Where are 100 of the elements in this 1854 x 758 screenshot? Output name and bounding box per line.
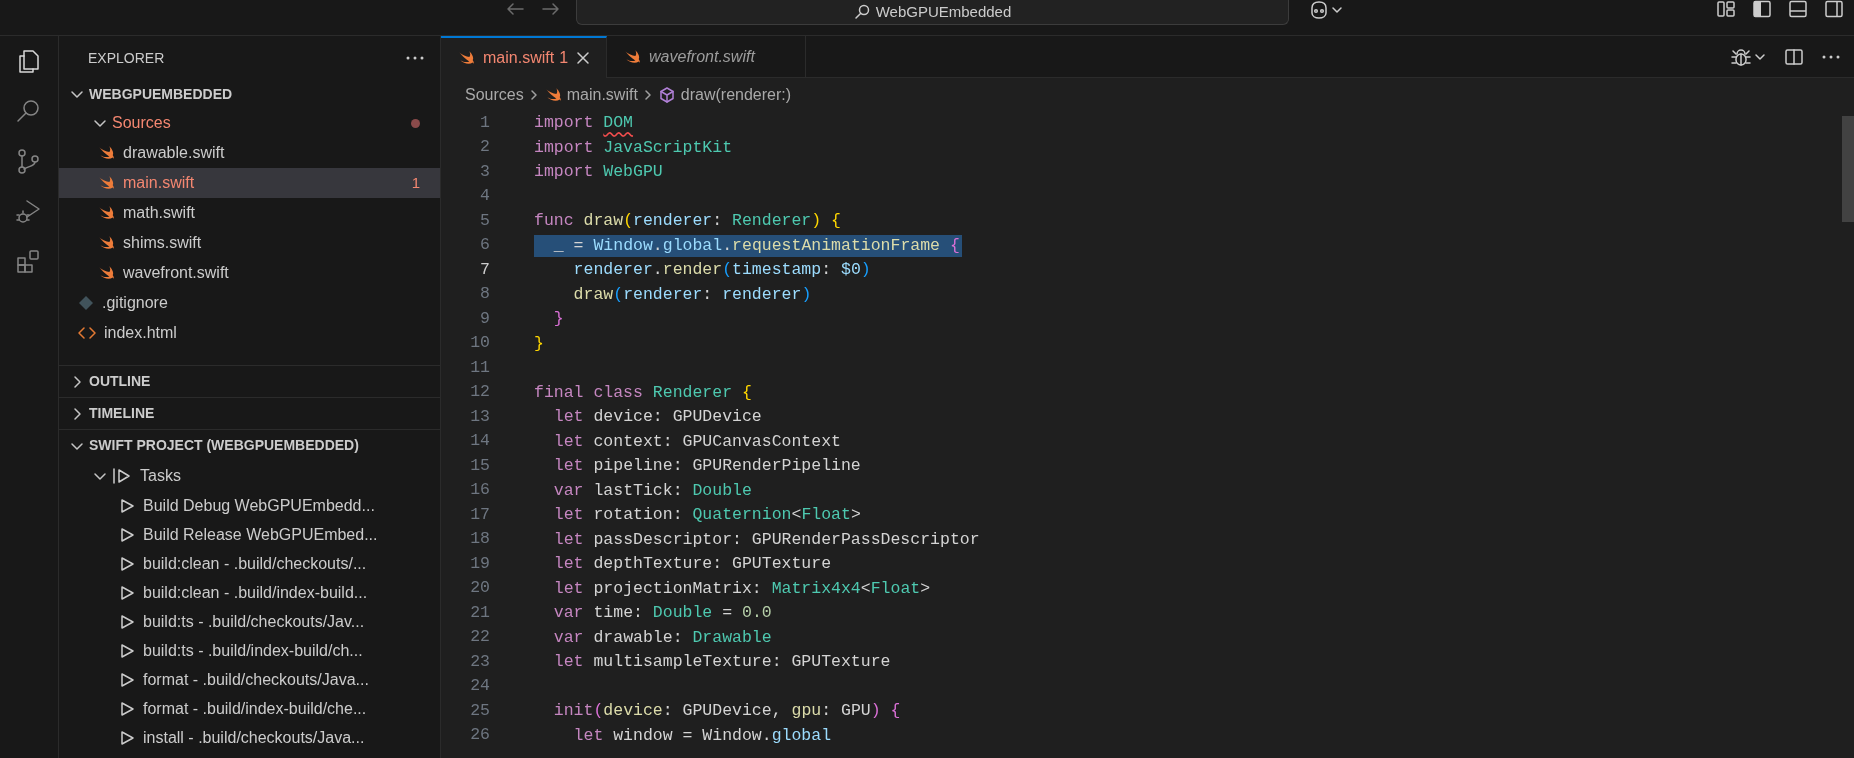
- task-item[interactable]: build:ts - .build/checkouts/Jav...: [59, 607, 440, 636]
- play-icon[interactable]: [119, 496, 135, 515]
- tree-label: wavefront.swift: [123, 263, 229, 283]
- tree-label: main.swift: [123, 173, 195, 193]
- code-line: let context: GPUCanvasContext: [552, 430, 842, 453]
- tree-label: format - .build/checkouts/Java...: [143, 669, 369, 690]
- secondary-sidebar-icon[interactable]: [1824, 0, 1844, 18]
- task-item[interactable]: build:clean - .build/index-build...: [59, 578, 440, 607]
- play-icon[interactable]: [119, 583, 135, 602]
- line-number: 7: [479, 258, 490, 281]
- code-line: var time: Double = 0.0: [552, 602, 773, 625]
- section-header[interactable]: TIMELINE: [59, 398, 440, 429]
- tree-label: Build Release WebGPUEmbed...: [143, 524, 378, 545]
- code-line: import JavaScriptKit: [534, 136, 734, 159]
- code-line: import WebGPU: [534, 161, 664, 184]
- tree-label: install - .build/checkouts/Java...: [143, 727, 365, 748]
- line-number: 15: [469, 454, 490, 477]
- code-line: final class Renderer {: [534, 381, 753, 404]
- layout-icon[interactable]: [1716, 0, 1736, 18]
- code-line: var lastTick: Double: [552, 479, 753, 502]
- tree-label: Sources: [112, 113, 171, 133]
- play-icon[interactable]: [119, 612, 135, 631]
- code-line: let passDescriptor: GPURenderPassDescriptor: [552, 528, 981, 551]
- tree-item[interactable]: .gitignore: [59, 288, 440, 318]
- line-number: 4: [479, 185, 490, 208]
- more-icon[interactable]: [406, 56, 424, 60]
- close-icon[interactable]: [576, 51, 591, 65]
- tree-item[interactable]: wavefront.swift: [59, 258, 440, 288]
- play-icon[interactable]: [119, 554, 135, 573]
- line-number: 21: [469, 601, 490, 624]
- play-icon[interactable]: [119, 525, 135, 544]
- line-number: 9: [479, 307, 490, 330]
- tree-label: build:ts - .build/checkouts/Jav...: [143, 611, 365, 632]
- task-item[interactable]: Build Release WebGPUEmbed...: [59, 520, 440, 549]
- line-number: 1: [479, 111, 490, 134]
- tree-item[interactable]: Sources: [59, 108, 440, 138]
- problem-count: 1: [559, 48, 569, 68]
- code-line: let pipeline: GPURenderPipeline: [552, 455, 862, 478]
- task-item[interactable]: format - .build/index-build/che...: [59, 694, 440, 723]
- tree-item[interactable]: index.html: [59, 318, 440, 348]
- run-tasks-icon: [112, 467, 132, 485]
- tree-label: format - .build/index-build/che...: [143, 698, 367, 719]
- tree-item[interactable]: shims.swift: [59, 228, 440, 258]
- command-search-field[interactable]: WebGPUEmbedded: [576, 0, 1289, 25]
- tree-label: drawable.swift: [123, 143, 225, 163]
- sidebar-toggle-icon[interactable]: [1752, 0, 1772, 18]
- play-icon[interactable]: [119, 728, 135, 747]
- task-item[interactable]: Build Debug WebGPUEmbedd...: [59, 491, 440, 520]
- code-line: func draw(renderer: Renderer) {: [534, 210, 842, 233]
- play-icon[interactable]: [119, 641, 135, 660]
- play-icon[interactable]: [119, 699, 135, 718]
- scrollbar-thumb[interactable]: [1842, 116, 1854, 222]
- problem-count: 1: [411, 172, 420, 193]
- code-brackets-icon: [78, 325, 96, 341]
- run-debug-icon[interactable]: [15, 198, 43, 226]
- tree-item[interactable]: main.swift 1: [59, 168, 440, 198]
- tree-label: build:clean - .build/index-build...: [143, 582, 368, 603]
- tree-item[interactable]: drawable.swift: [59, 138, 440, 168]
- tree-label: shims.swift: [123, 233, 202, 253]
- code-line: var drawable: Drawable: [552, 626, 773, 649]
- task-item[interactable]: install - .build/checkouts/Java...: [59, 723, 440, 752]
- code-line: }: [552, 308, 565, 331]
- line-number: 8: [479, 283, 490, 306]
- code-line: let device: GPUDevice: [552, 406, 763, 429]
- tab-label: main.swift: [483, 48, 555, 68]
- line-number: 26: [469, 724, 490, 747]
- split-editor-icon[interactable]: [1784, 47, 1804, 66]
- line-number: 13: [469, 405, 490, 428]
- tree-item[interactable]: math.swift: [59, 198, 440, 228]
- tree-label: math.swift: [123, 203, 195, 223]
- code-line: let multisampleTexture: GPUTexture: [552, 651, 892, 674]
- panel-toggle-icon[interactable]: [1788, 0, 1808, 18]
- back-arrow-icon[interactable]: [505, 1, 525, 17]
- breadcrumb[interactable]: Sources: [465, 82, 524, 107]
- line-number: 3: [479, 160, 490, 183]
- tree-label: Build Debug WebGPUEmbedd...: [143, 495, 375, 516]
- editor-tab[interactable]: wavefront.swift: [607, 36, 806, 78]
- breadcrumb[interactable]: main.swift: [543, 82, 638, 107]
- section-header[interactable]: OUTLINE: [59, 366, 440, 397]
- line-number: 17: [469, 503, 490, 526]
- cube-icon: [657, 85, 676, 104]
- line-number: 5: [479, 209, 490, 232]
- section-header[interactable]: WEBGPUEMBEDDED: [59, 80, 440, 108]
- task-item[interactable]: format - .build/checkouts/Java...: [59, 665, 440, 694]
- section-header[interactable]: SWIFT PROJECT (WEBGPUEMBEDDED): [59, 430, 440, 461]
- search-icon: [853, 4, 870, 20]
- forward-arrow-icon[interactable]: [541, 1, 561, 17]
- line-number: 16: [469, 479, 490, 502]
- more-icon[interactable]: [1822, 54, 1840, 59]
- task-item[interactable]: build:clean - .build/checkouts/...: [59, 549, 440, 578]
- play-icon[interactable]: [119, 670, 135, 689]
- tree-label: .gitignore: [102, 293, 168, 313]
- chevron-right-icon: [528, 87, 539, 102]
- task-item[interactable]: build:ts - .build/index-build/ch...: [59, 636, 440, 665]
- breadcrumb[interactable]: draw(renderer:): [657, 82, 792, 107]
- line-number: 2: [479, 136, 490, 159]
- tree-group[interactable]: Tasks: [59, 461, 440, 491]
- line-number: 11: [469, 356, 490, 379]
- editor-tab[interactable]: main.swift 1: [441, 36, 608, 78]
- tree-label: build:ts - .build/index-build/ch...: [143, 640, 363, 661]
